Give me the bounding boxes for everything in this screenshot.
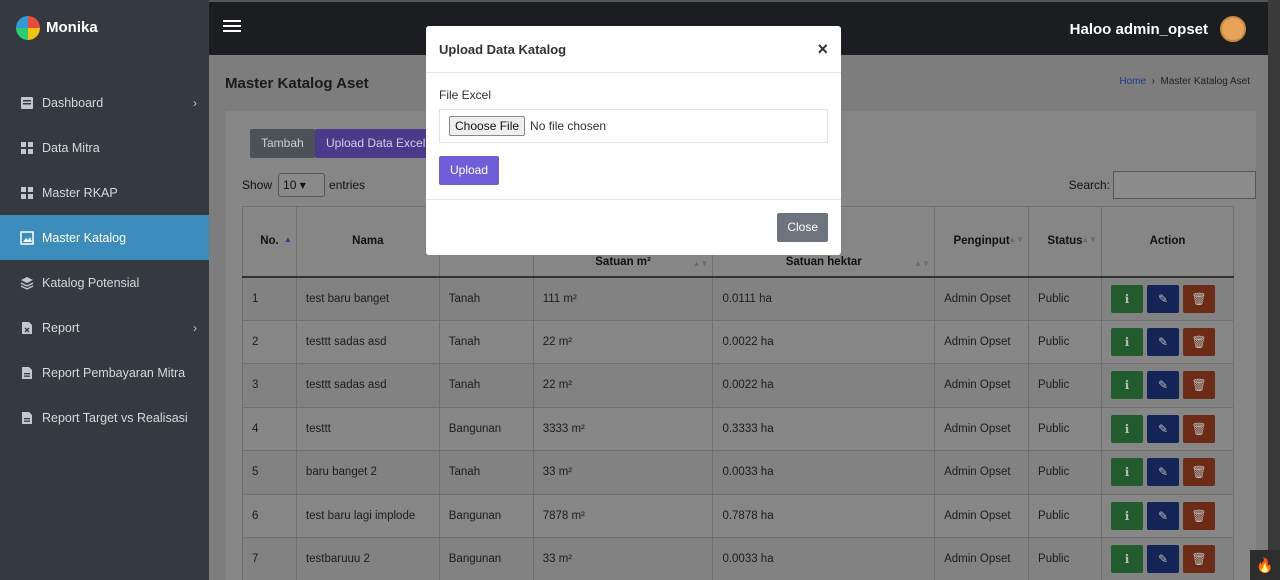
show-label: Show — [242, 178, 273, 192]
sidebar-item-master-rkap[interactable]: Master RKAP — [0, 170, 209, 215]
choose-file-button[interactable]: Choose File — [449, 116, 526, 136]
page-title: Master Katalog Aset — [225, 75, 369, 92]
grid-icon — [21, 186, 33, 199]
table-row: 1 test baru banget Tanah 111 m² 0.0111 ha Adm… — [242, 276, 1235, 321]
entries-length-control: Show 10 ▾ entries — [242, 173, 365, 197]
edit-button[interactable]: ✎ — [1146, 284, 1179, 313]
edit-button[interactable]: ✎ — [1146, 501, 1179, 530]
edit-button[interactable]: ✎ — [1146, 371, 1179, 400]
file-excel-label: File Excel — [439, 88, 492, 102]
grid-icon — [21, 141, 33, 154]
sidebar-item-label: Master RKAP — [42, 185, 118, 200]
modal-footer: Close — [426, 199, 841, 255]
close-button[interactable]: Close — [777, 213, 828, 242]
breadcrumb-current: Master Katalog Aset — [1160, 76, 1251, 87]
table-row: 2 testtt sadas asd Tanah 22 m² 0.0022 ha Admi… — [242, 319, 1235, 364]
entries-label: entries — [329, 178, 366, 192]
edit-button[interactable]: ✎ — [1146, 545, 1179, 574]
delete-button[interactable]: 🗑 — [1182, 458, 1215, 487]
image-icon — [20, 230, 34, 245]
table-row: 6 test baru lagi implode Bangunan 7878 m² 0.… — [242, 493, 1235, 538]
delete-button[interactable]: 🗑 — [1182, 414, 1215, 443]
document-icon — [22, 366, 32, 379]
breadcrumb: Home › Master Katalog Aset — [1119, 76, 1250, 87]
scrollbar[interactable] — [1268, 0, 1280, 580]
column-header-penginput[interactable]: Penginput ▲▼ — [934, 206, 1030, 278]
table-row: 7 testbaruuu 2 Bangunan 33 m² 0.0033 ha Admin… — [242, 537, 1235, 580]
delete-button[interactable]: 🗑 — [1182, 327, 1215, 356]
hamburger-menu-icon[interactable] — [223, 20, 241, 35]
sidebar-item-report-pembayaran-mitra[interactable]: Report Pembayaran Mitra — [0, 350, 209, 395]
upload-modal: Upload Data Katalog × File Excel Choose … — [426, 26, 841, 255]
edit-button[interactable]: ✎ — [1146, 327, 1179, 356]
table-row: 3 testtt sadas asd Tanah 22 m² 0.0022 ha Admi… — [242, 363, 1235, 408]
search-label: Search: — [1068, 178, 1110, 192]
no-file-text: No file chosen — [530, 119, 607, 133]
info-button[interactable]: ℹ — [1110, 501, 1143, 530]
sidebar-item-label: Report Target vs Realisasi — [42, 410, 188, 425]
chevron-right-icon: › — [193, 320, 197, 335]
report-icon — [22, 321, 32, 334]
close-icon[interactable]: × — [817, 39, 828, 60]
edit-button[interactable]: ✎ — [1146, 414, 1179, 443]
sidebar: Monika Dashboard › Data Mitra Master RKA… — [0, 0, 209, 580]
info-button[interactable]: ℹ — [1110, 414, 1143, 443]
tambah-button[interactable]: Tambah — [250, 129, 315, 158]
delete-button[interactable]: 🗑 — [1182, 284, 1215, 313]
delete-button[interactable]: 🗑 — [1182, 371, 1215, 400]
breadcrumb-separator: › — [1148, 76, 1161, 87]
layers-icon — [20, 276, 34, 290]
sidebar-item-data-mitra[interactable]: Data Mitra — [0, 125, 209, 170]
modal-title: Upload Data Katalog — [439, 41, 567, 57]
delete-button[interactable]: 🗑 — [1182, 545, 1215, 574]
info-button[interactable]: ℹ — [1110, 284, 1143, 313]
user-menu[interactable]: Haloo admin_opset — [1070, 16, 1246, 42]
chevron-right-icon: › — [193, 95, 197, 110]
info-button[interactable]: ℹ — [1110, 371, 1143, 400]
column-header-status[interactable]: Status ▲▼ — [1028, 206, 1102, 278]
delete-button[interactable]: 🗑 — [1182, 501, 1215, 530]
breadcrumb-home-link[interactable]: Home — [1119, 76, 1146, 87]
avatar[interactable] — [1220, 16, 1246, 42]
sidebar-item-label: Report Pembayaran Mitra — [42, 365, 186, 380]
sidebar-item-katalog-potensial[interactable]: Katalog Potensial — [0, 260, 209, 305]
sidebar-item-label: Dashboard — [42, 95, 104, 110]
column-header-action: Action — [1100, 206, 1235, 278]
search-input[interactable] — [1113, 171, 1256, 199]
table-row: 5 baru banget 2 Tanah 33 m² 0.0033 ha Admin O… — [242, 450, 1235, 495]
info-button[interactable]: ℹ — [1110, 458, 1143, 487]
modal-header: Upload Data Katalog × — [426, 26, 841, 73]
sidebar-item-label: Katalog Potensial — [42, 275, 140, 290]
table-search: Search: — [1069, 171, 1256, 199]
column-header-no[interactable]: No. ▲ — [242, 206, 297, 278]
sidebar-item-report[interactable]: Report › — [0, 305, 209, 350]
sidebar-nav: Dashboard › Data Mitra Master RKAP Maste… — [0, 80, 209, 440]
modal-body: File Excel Choose File No file chosen Up… — [426, 73, 841, 185]
brand-name: Monika — [46, 19, 98, 36]
upload-excel-button[interactable]: Upload Data Excel — [315, 129, 437, 158]
sidebar-item-label: Data Mitra — [42, 140, 100, 155]
flame-icon[interactable]: 🔥 — [1250, 550, 1280, 580]
sidebar-item-label: Report — [42, 320, 80, 335]
column-header-nama[interactable]: Nama — [295, 206, 440, 278]
info-button[interactable]: ℹ — [1110, 327, 1143, 356]
brand-logo-icon — [16, 15, 40, 40]
sidebar-item-label: Master Katalog — [42, 230, 127, 245]
user-greeting: Haloo admin_opset — [1069, 20, 1208, 38]
edit-button[interactable]: ✎ — [1146, 458, 1179, 487]
dashboard-icon — [21, 96, 33, 109]
document-icon — [22, 411, 32, 424]
info-button[interactable]: ℹ — [1110, 545, 1143, 574]
sidebar-item-report-target-vs-realisasi[interactable]: Report Target vs Realisasi — [0, 395, 209, 440]
entries-select[interactable]: 10 ▾ — [278, 173, 326, 197]
sidebar-item-dashboard[interactable]: Dashboard › — [0, 80, 209, 125]
file-input[interactable]: Choose File No file chosen — [439, 109, 828, 143]
brand[interactable]: Monika — [0, 0, 209, 55]
sidebar-item-master-katalog[interactable]: Master Katalog — [0, 215, 209, 260]
table-row: 4 testtt Bangunan 3333 m² 0.3333 ha Admin Ops… — [242, 406, 1235, 451]
upload-button[interactable]: Upload — [439, 156, 500, 185]
catalog-table: No. ▲ Nama Satuan m² ▲▼ Satuan hektar ▲▼ Pe… — [242, 206, 1235, 580]
